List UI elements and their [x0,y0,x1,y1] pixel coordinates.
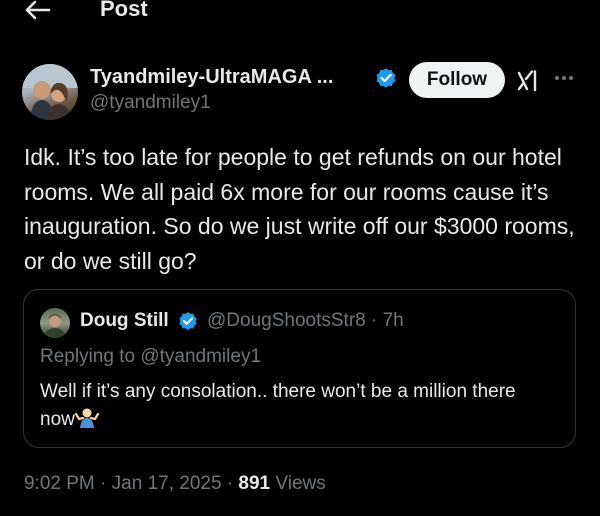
more-options-icon[interactable] [555,76,577,84]
post-meta: 9:02 PM · Jan 17, 2025 · 891 Views [24,473,326,495]
quote-author-name: Doug Still [80,310,169,331]
quote-replying-to: Replying to @tyandmiley1 [40,346,262,367]
avatar-photo-icon [22,64,78,120]
quote-avatar-photo-icon [44,314,66,338]
post-text: Idk. It’s too late for people to get ref… [24,144,575,274]
grok-icon[interactable] [517,70,541,92]
verified-badge-icon [179,312,197,330]
meta-separator: · [100,473,107,494]
page-title: Post [100,0,148,21]
views-count: 891 [238,473,271,494]
follow-button[interactable]: Follow [409,62,505,98]
quote-handle-line: @DougShootsStr8 · 7h [207,310,404,332]
views-label: Views [275,473,326,494]
top-bar: Post [0,0,600,24]
author-avatar[interactable] [22,64,78,120]
quote-text: Well if it’s any consolation.. there won… [40,381,516,430]
back-button[interactable] [22,0,52,22]
meta-separator: · [226,473,234,494]
arrow-left-icon [25,0,51,20]
author-handle[interactable]: @tyandmiley1 [90,92,211,114]
post-date[interactable]: Jan 17, 2025 [112,473,222,494]
quoted-post-card[interactable]: Doug Still @DougShootsStr8 · 7h Replying… [23,289,576,448]
quote-author-avatar [40,308,70,338]
verified-badge-icon [376,68,396,88]
person-shrugging-emoji [74,408,99,428]
quote-age: 7h [382,310,404,331]
quote-text-block: Well if it’s any consolation.. there won… [40,378,540,434]
post-author-row: Tyandmiley-UltraMAGA ... @tyandmiley1 Fo… [0,60,600,124]
author-name[interactable]: Tyandmiley-UltraMAGA ... [90,66,333,89]
quote-separator: · [371,310,378,331]
quote-author-handle: @DougShootsStr8 [207,310,366,331]
post-time: 9:02 PM [24,473,95,494]
